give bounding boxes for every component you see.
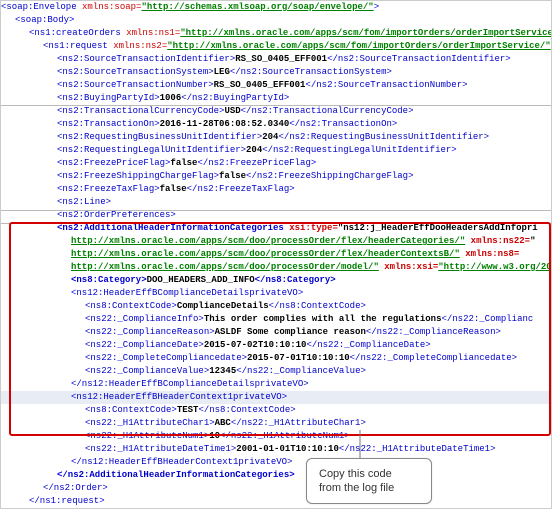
h1-attribute-char1: <ns22:_H1AttributeChar1>ABC</ns22:_H1Att… — [1, 417, 551, 430]
compliance-info: <ns22:_ComplianceInfo>This order complie… — [1, 313, 551, 326]
line-element: <ns2:Line> — [1, 196, 551, 209]
buying-party-id: <ns2:BuyingPartyId>1006</ns2:BuyingParty… — [1, 92, 551, 105]
order-preferences: <ns2:OrderPreferences> — [1, 209, 551, 222]
transaction-on: <ns2:TransactionOn>2016-11-28T06:08:52.0… — [1, 118, 551, 131]
ahic-ns8: http://xmlns.oracle.com/apps/scm/doo/pro… — [1, 248, 551, 261]
h1-attribute-datetime1: <ns22:_H1AttributeDateTime1>2001-01-01T1… — [1, 443, 551, 456]
additional-header-info-close: </ns2:AdditionalHeaderInformationCategor… — [1, 469, 551, 482]
context-code-1: <ns8:ContextCode>ComplianceDetails</ns8:… — [1, 300, 551, 313]
create-orders-open: <ns1:createOrders xmlns:ns1="http://xmln… — [1, 27, 551, 40]
request-close: </ns1:request> — [1, 495, 551, 508]
compliance-reason: <ns22:_ComplianceReason>ASLDF Some compl… — [1, 326, 551, 339]
freeze-shipping-charge-flag: <ns2:FreezeShippingChargeFlag>false</ns2… — [1, 170, 551, 183]
compliance-vo-open: <ns12:HeaderEffBComplianceDetailsprivate… — [1, 287, 551, 300]
category: <ns8:Category>DOO_HEADERS_ADD_INFO</ns8:… — [1, 274, 551, 287]
source-transaction-identifier: <ns2:SourceTransactionIdentifier>RS_SO_0… — [1, 53, 551, 66]
soap-envelope-open: <soap:Envelope xmlns:soap="http://schema… — [1, 1, 551, 14]
freeze-price-flag: <ns2:FreezePriceFlag>false</ns2:FreezePr… — [1, 157, 551, 170]
order-close: </ns2:Order> — [1, 482, 551, 495]
compliance-vo-close: </ns12:HeaderEffBComplianceDetailsprivat… — [1, 378, 551, 391]
compliance-date: <ns22:_ComplianceDate>2015-07-02T10:10:1… — [1, 339, 551, 352]
source-transaction-system: <ns2:SourceTransactionSystem>LEG</ns2:So… — [1, 66, 551, 79]
ahic-ns22: http://xmlns.oracle.com/apps/scm/doo/pro… — [1, 235, 551, 248]
context-code-2: <ns8:ContextCode>TEST</ns8:ContextCode> — [1, 404, 551, 417]
callout-text: Copy this code from the log file — [319, 468, 394, 494]
additional-header-info-open: <ns2:AdditionalHeaderInformationCategori… — [1, 222, 551, 235]
complete-compliance-date: <ns22:_CompleteCompliancedate>2015-07-01… — [1, 352, 551, 365]
freeze-tax-flag: <ns2:FreezeTaxFlag>false</ns2:FreezeTaxF… — [1, 183, 551, 196]
callout-box: Copy this code from the log file — [306, 458, 432, 504]
compliance-value: <ns22:_ComplianceValue>12345</ns22:_Comp… — [1, 365, 551, 378]
header-vo-open: <ns12:HeaderEffBHeaderContext1privateVO> — [1, 391, 551, 404]
soap-body-open: <soap:Body> — [1, 14, 551, 27]
header-vo-close: </ns12:HeaderEffBHeaderContext1privateVO… — [1, 456, 551, 469]
ahic-xsi: http://xmlns.oracle.com/apps/scm/doo/pro… — [1, 261, 551, 274]
xml-snippet: <soap:Envelope xmlns:soap="http://schema… — [0, 0, 552, 509]
h1-attribute-num1: <ns22:_H1AttributeNum1>10</ns22:_H1Attri… — [1, 430, 551, 443]
requesting-business-unit-identifier: <ns2:RequestingBusinessUnitIdentifier>20… — [1, 131, 551, 144]
transactional-currency-code: <ns2:TransactionalCurrencyCode>USD</ns2:… — [1, 105, 551, 118]
source-transaction-number: <ns2:SourceTransactionNumber>RS_SO_0405_… — [1, 79, 551, 92]
request-open: <ns1:request xmlns:ns2="http://xmlns.ora… — [1, 40, 551, 53]
requesting-legal-unit-identifier: <ns2:RequestingLegalUnitIdentifier>204</… — [1, 144, 551, 157]
